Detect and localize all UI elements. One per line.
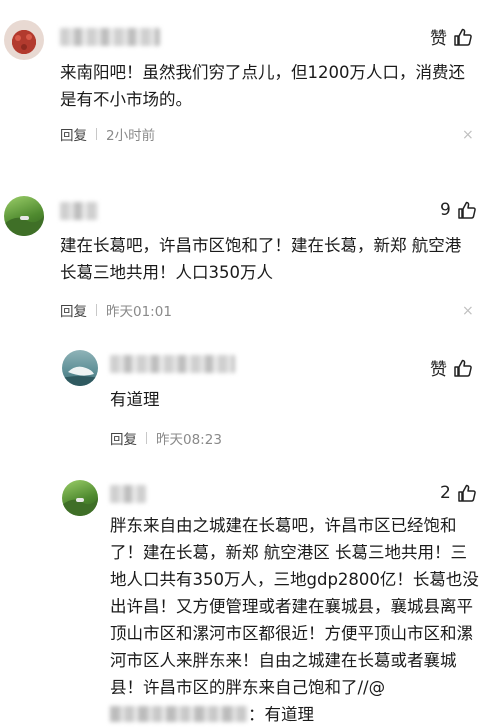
thumbs-up-icon [458,201,476,219]
reply-body: 胖东来自由之城建在长葛吧，许昌市区已经饱和了！建在长葛，新郑 航空港区 长葛三地… [110,516,479,697]
divider [96,304,97,316]
reply-button[interactable]: 回复 [60,300,87,320]
close-icon[interactable]: × [462,304,474,318]
avatar[interactable] [62,480,98,516]
avatar-image [62,366,98,386]
avatar[interactable] [62,350,98,386]
avatar[interactable] [4,20,44,60]
reply-meta: 回复 昨天08:23 [110,428,222,448]
avatar[interactable] [4,196,44,236]
comment-text: 建在长葛吧，许昌市区饱和了！建在长葛，新郑 航空港 长葛三地共用！人口350万人 [60,236,462,282]
divider [146,432,147,444]
avatar-image [12,30,36,54]
username[interactable] [110,355,235,373]
mention-username[interactable] [110,706,248,722]
comment-meta: 回复 2小时前 [60,124,155,144]
reply-button[interactable]: 回复 [110,428,137,448]
comment-meta: 回复 昨天01:01 [60,300,172,320]
reply-button[interactable]: 回复 [60,124,87,144]
like-count: 9 [440,200,451,220]
username[interactable] [60,202,98,220]
timestamp: 昨天01:01 [106,304,172,320]
like-count: 赞 [430,360,447,380]
timestamp: 昨天08:23 [156,432,222,448]
comment-text: 来南阳吧！虽然我们穷了点儿，但1200万人口，消费还是有不小市场的。 [60,63,465,109]
like-button[interactable]: 赞 [430,355,473,380]
username[interactable] [60,28,160,46]
timestamp: 2小时前 [106,128,156,144]
like-button[interactable]: 2 [440,483,477,503]
username[interactable] [110,485,146,503]
like-count: 赞 [430,29,447,49]
reply-text: 有道理 [110,390,160,409]
avatar-image [4,216,44,236]
quote-suffix: ：有道理 [248,705,314,724]
thumbs-up-icon [454,359,472,377]
close-icon[interactable]: × [462,128,474,142]
like-count: 2 [440,483,451,503]
like-button[interactable]: 9 [440,200,477,220]
thumbs-up-icon [458,484,476,502]
like-button[interactable]: 赞 [430,24,473,49]
thumbs-up-icon [454,28,472,46]
reply-text: 胖东来自由之城建在长葛吧，许昌市区已经饱和了！建在长葛，新郑 航空港区 长葛三地… [110,512,480,728]
divider [96,128,97,140]
avatar-image [62,498,98,516]
